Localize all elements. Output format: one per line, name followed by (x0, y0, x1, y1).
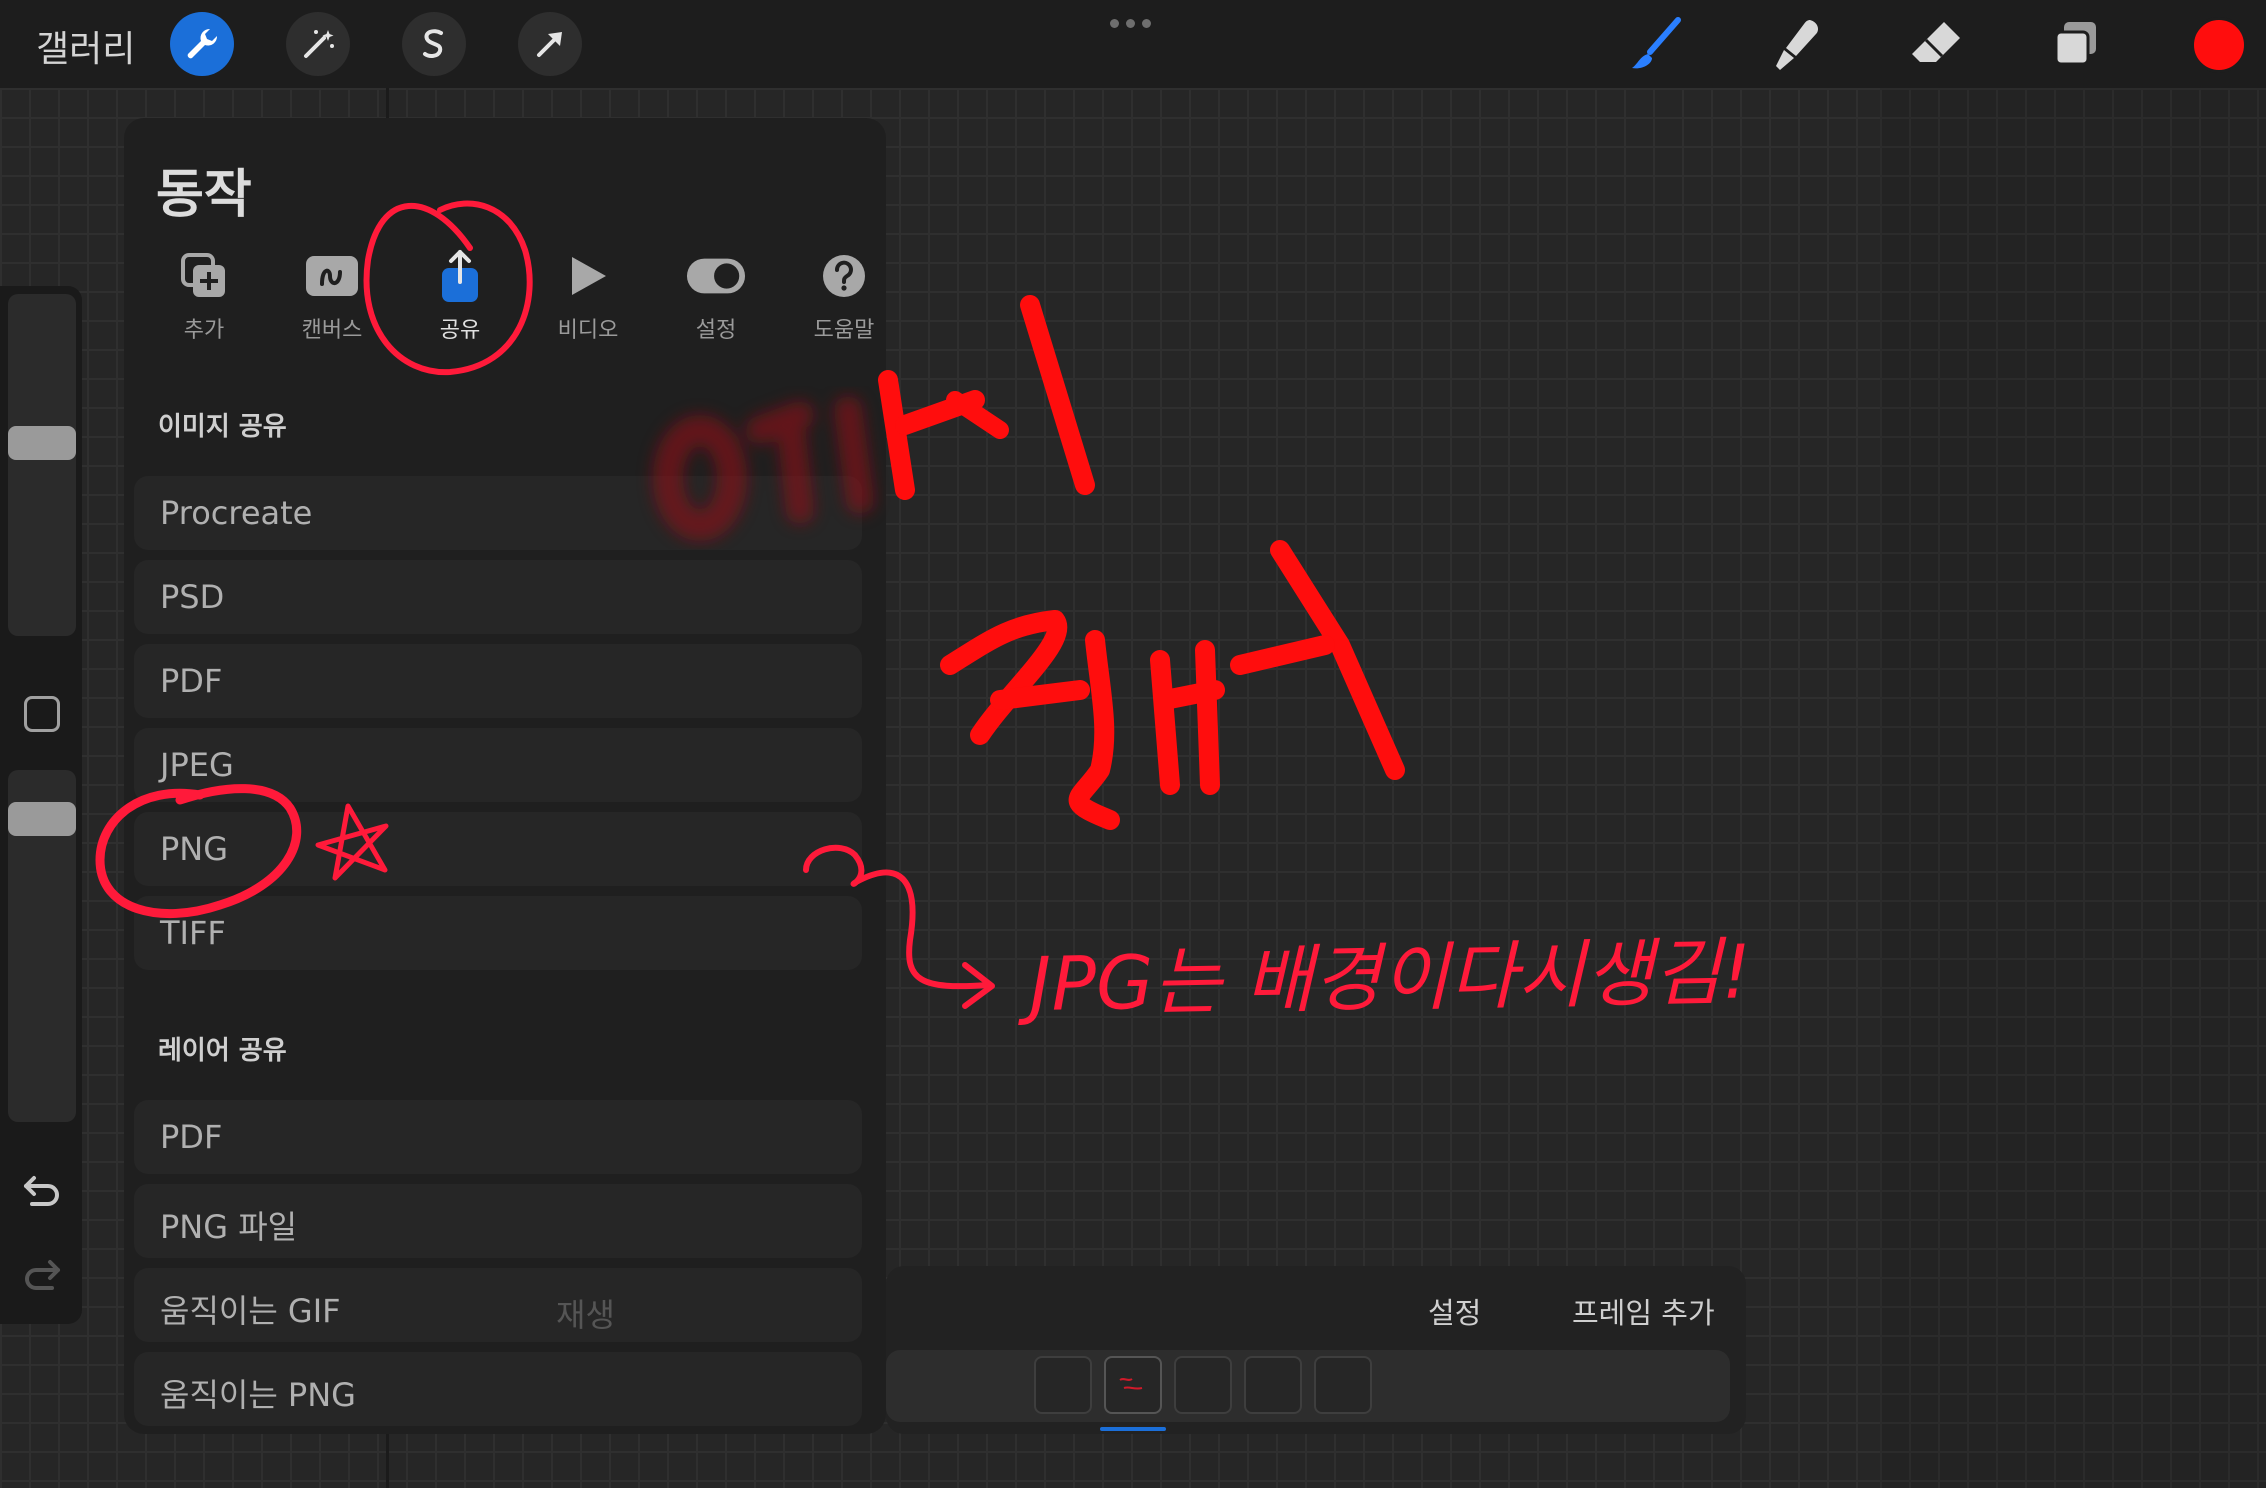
wrench-icon (187, 28, 218, 59)
eraser-icon (1912, 22, 1960, 62)
left-sidebar (0, 286, 82, 1324)
tab-share[interactable]: 공유 (396, 248, 524, 344)
actions-button[interactable] (170, 12, 234, 76)
layer-share-pdf[interactable]: PDF (134, 1100, 862, 1174)
layer-share-png-files[interactable]: PNG 파일 (134, 1184, 862, 1258)
layer-share-heading: 레이어 공유 (158, 1036, 287, 1066)
brush-size-thumb[interactable] (8, 426, 76, 460)
canvas-icon (306, 256, 358, 296)
smudge-tool-button[interactable] (1764, 12, 1828, 76)
tab-add[interactable]: 추가 (140, 248, 268, 344)
modify-button[interactable] (24, 696, 60, 732)
tab-video[interactable]: 비디오 (524, 248, 652, 344)
redo-icon[interactable] (20, 1252, 64, 1296)
top-toolbar: 갤러리 (0, 0, 2266, 88)
adjustments-button[interactable] (286, 12, 350, 76)
tab-prefs[interactable]: 설정 (652, 248, 780, 344)
share-option-procreate[interactable]: Procreate (134, 476, 862, 550)
help-icon (823, 255, 865, 297)
selection-s-icon (423, 29, 443, 58)
add-frame-button[interactable]: 프레임 추가 (1572, 1290, 1715, 1332)
selection-button[interactable] (402, 12, 466, 76)
frame-thumbnail (1119, 1378, 1143, 1390)
timeline-frame[interactable] (1034, 1356, 1092, 1414)
timeline-frame[interactable] (1174, 1356, 1232, 1414)
tab-canvas[interactable]: 캔버스 (268, 248, 396, 344)
image-share-heading: 이미지 공유 (158, 412, 287, 442)
timeline-frame[interactable] (1244, 1356, 1302, 1414)
transform-button[interactable] (518, 12, 582, 76)
gallery-button[interactable]: 갤러리 (36, 20, 135, 72)
share-option-png[interactable]: PNG (134, 812, 862, 886)
more-handle-icon[interactable] (1110, 19, 1151, 28)
share-option-psd[interactable]: PSD (134, 560, 862, 634)
canvas-margin (1880, 88, 2266, 1488)
layer-share-animated-gif[interactable]: 움직이는 GIF (134, 1268, 862, 1342)
share-option-tiff[interactable]: TIFF (134, 896, 862, 970)
toggle-icon (686, 258, 746, 294)
frame-timeline[interactable] (886, 1350, 1730, 1422)
layers-button[interactable] (2044, 12, 2108, 76)
brush-tool-button[interactable] (1624, 12, 1688, 76)
play-button[interactable]: 재생 (556, 1290, 615, 1336)
share-option-jpeg[interactable]: JPEG (134, 728, 862, 802)
video-icon (572, 257, 606, 295)
share-icon (442, 250, 478, 302)
opacity-thumb[interactable] (8, 802, 76, 836)
layer-share-animated-png[interactable]: 움직이는 PNG (134, 1352, 862, 1426)
brush-icon (1632, 17, 1681, 69)
color-picker-button[interactable] (2191, 17, 2247, 73)
eraser-tool-button[interactable] (1904, 12, 1968, 76)
tab-help[interactable]: 도움말 (780, 248, 908, 344)
frame-indicator (1100, 1427, 1166, 1431)
panel-title: 동작 (156, 165, 252, 225)
animation-settings-button[interactable]: 설정 (1428, 1290, 1481, 1332)
share-option-pdf[interactable]: PDF (134, 644, 862, 718)
actions-tabs: 추가 캔버스 공유 비디오 설정 도움말 (140, 248, 908, 344)
add-icon (181, 253, 225, 297)
undo-icon[interactable] (20, 1168, 64, 1212)
timeline-frame-selected[interactable] (1104, 1356, 1162, 1414)
magic-wand-icon (304, 30, 334, 58)
arrow-cursor-icon (537, 32, 562, 57)
brush-size-slider[interactable] (8, 294, 76, 636)
layers-icon (2054, 22, 2096, 66)
timeline-frame[interactable] (1314, 1356, 1372, 1414)
smudge-icon (1776, 20, 1818, 70)
